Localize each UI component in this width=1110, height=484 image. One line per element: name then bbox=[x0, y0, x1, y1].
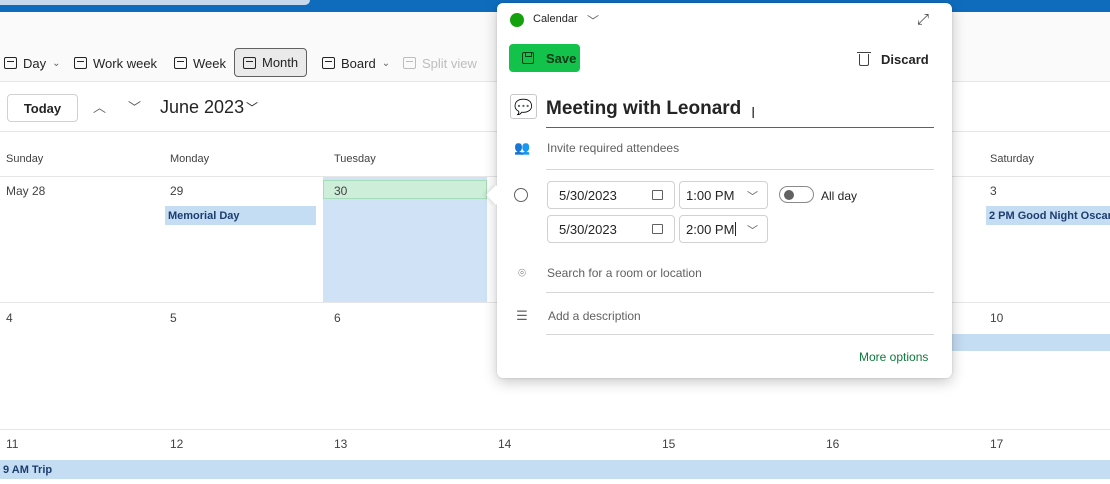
start-date-input[interactable]: 5/30/2023 bbox=[547, 181, 675, 209]
trash-icon bbox=[857, 51, 871, 66]
grid-divider bbox=[0, 429, 1110, 430]
calendar-icon[interactable] bbox=[652, 190, 663, 200]
date-number[interactable]: 14 bbox=[498, 437, 511, 451]
view-month-button[interactable]: Month bbox=[234, 48, 308, 77]
date-number[interactable]: 12 bbox=[170, 437, 183, 451]
location-pin-icon: ⌾ bbox=[518, 265, 526, 280]
description-icon: ☰ bbox=[516, 308, 528, 323]
calendar-color-dot bbox=[510, 13, 524, 27]
discard-button-label: Discard bbox=[881, 52, 929, 67]
date-number[interactable]: 4 bbox=[6, 311, 13, 325]
end-date-value: 5/30/2023 bbox=[559, 221, 617, 237]
discard-button[interactable]: Discard bbox=[857, 51, 929, 67]
all-day-toggle[interactable] bbox=[779, 186, 814, 203]
view-month-label: Month bbox=[262, 55, 299, 70]
chevron-down-icon[interactable]: ⌄ bbox=[382, 58, 390, 69]
text-cursor-icon: I bbox=[751, 105, 756, 122]
attendees-input[interactable]: Invite required attendees bbox=[547, 141, 679, 155]
work-week-view-icon bbox=[74, 57, 87, 69]
board-view-icon bbox=[322, 57, 335, 69]
date-number[interactable]: 10 bbox=[990, 311, 1003, 325]
view-week-button[interactable]: Week bbox=[174, 49, 226, 77]
view-day-label: Day bbox=[23, 55, 47, 71]
date-number[interactable]: 29 bbox=[170, 184, 183, 198]
weekday-header: Saturday bbox=[990, 153, 1035, 165]
today-indicator bbox=[323, 180, 487, 199]
calendar-icon[interactable] bbox=[652, 224, 663, 234]
today-button[interactable]: Today bbox=[7, 94, 78, 122]
view-split-label: Split view bbox=[422, 55, 477, 71]
month-view-icon bbox=[243, 56, 256, 69]
text-caret bbox=[735, 222, 737, 236]
top-bar-tab[interactable] bbox=[0, 0, 310, 5]
date-number[interactable]: 11 bbox=[6, 437, 18, 451]
chevron-down-icon[interactable]: ﹀ bbox=[747, 188, 758, 204]
description-input[interactable]: Add a description bbox=[548, 309, 641, 323]
weekday-header: Monday bbox=[170, 153, 210, 165]
start-time-value: 1:00 PM bbox=[686, 187, 735, 203]
event-memorial-day[interactable]: Memorial Day bbox=[165, 206, 316, 225]
date-number[interactable]: 5 bbox=[170, 311, 177, 325]
save-icon bbox=[522, 52, 534, 64]
end-time-value: 2:00 PM bbox=[686, 221, 735, 237]
event-trip-label: 9 AM Trip bbox=[3, 463, 53, 476]
field-underline bbox=[546, 292, 934, 293]
start-time-select[interactable]: 1:00 PM ﹀ bbox=[679, 181, 768, 209]
date-number[interactable]: 13 bbox=[334, 437, 347, 451]
date-number[interactable]: 30 bbox=[334, 184, 347, 198]
field-underline bbox=[546, 169, 934, 170]
more-options-link[interactable]: More options bbox=[859, 350, 928, 364]
calendar-selector-label[interactable]: Calendar bbox=[533, 13, 578, 25]
event-good-night-oscar[interactable]: 2 PM Good Night Oscar bbox=[986, 206, 1110, 225]
date-number[interactable]: May 28 bbox=[6, 184, 45, 198]
view-day-button[interactable]: Day ⌄ bbox=[4, 49, 61, 77]
event-title-input[interactable]: Meeting with Leonard bbox=[546, 98, 934, 128]
split-view-icon bbox=[403, 57, 416, 69]
chevron-up-icon[interactable]: ︿ bbox=[93, 97, 106, 116]
day-view-icon bbox=[4, 57, 17, 69]
view-board-label: Board bbox=[341, 55, 376, 71]
all-day-label: All day bbox=[821, 189, 858, 203]
weekday-header: Tuesday bbox=[334, 153, 376, 165]
add-people-icon: 👥 bbox=[514, 140, 531, 155]
view-work-week-button[interactable]: Work week bbox=[74, 49, 157, 77]
view-week-label: Week bbox=[193, 55, 226, 71]
chevron-down-icon[interactable]: ﹀ bbox=[246, 99, 258, 116]
date-number[interactable]: 6 bbox=[334, 311, 341, 325]
chat-icon[interactable]: 💬 bbox=[510, 94, 537, 119]
view-work-week-label: Work week bbox=[93, 55, 158, 71]
chevron-down-icon[interactable]: ﹀ bbox=[587, 12, 599, 29]
location-input[interactable]: Search for a room or location bbox=[547, 266, 702, 280]
chevron-down-icon[interactable]: ﹀ bbox=[128, 97, 141, 116]
field-underline bbox=[546, 334, 934, 335]
view-board-button[interactable]: Board ⌄ bbox=[322, 49, 390, 77]
clock-icon bbox=[514, 188, 528, 202]
expand-icon[interactable]: ⤢ bbox=[917, 11, 929, 28]
chevron-down-icon[interactable]: ⌄ bbox=[52, 58, 60, 69]
save-button[interactable]: Save bbox=[509, 44, 580, 72]
end-date-input[interactable]: 5/30/2023 bbox=[547, 215, 675, 243]
weekday-header: Sunday bbox=[6, 153, 44, 165]
date-number[interactable]: 15 bbox=[662, 437, 675, 451]
chevron-down-icon[interactable]: ﹀ bbox=[747, 222, 758, 238]
view-split-button[interactable]: Split view bbox=[403, 49, 477, 77]
event-trip[interactable]: 9 AM Trip bbox=[0, 460, 1110, 479]
date-number[interactable]: 17 bbox=[990, 437, 1003, 451]
end-time-select[interactable]: 2:00 PM ﹀ bbox=[679, 215, 768, 243]
save-button-label: Save bbox=[546, 50, 577, 66]
date-number[interactable]: 3 bbox=[990, 184, 997, 198]
start-date-value: 5/30/2023 bbox=[559, 187, 617, 203]
month-picker-label[interactable]: June 2023 bbox=[160, 97, 244, 118]
new-event-dialog: Calendar ﹀ ⤢ Save Discard 💬 Meeting with… bbox=[497, 3, 952, 378]
week-view-icon bbox=[174, 57, 187, 69]
date-number[interactable]: 16 bbox=[826, 437, 839, 451]
event-multiday-bar[interactable] bbox=[952, 334, 1110, 351]
